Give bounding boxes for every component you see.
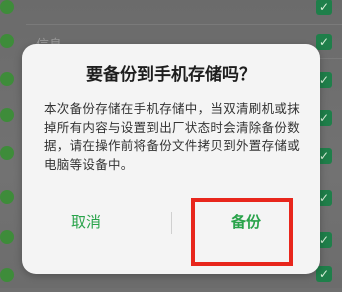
- app-icon: [0, 268, 14, 282]
- list-item: ✓: [0, 0, 342, 24]
- backup-confirm-dialog: 要备份到手机存储吗？ 本次备份存储在手机存储中，当双清刷机或抹掉所有内容与设置到…: [22, 44, 320, 274]
- app-icon: [0, 0, 14, 14]
- checkbox-checked-icon: ✓: [316, 34, 332, 50]
- dialog-button-row: 取消 备份: [22, 202, 320, 242]
- button-divider: [171, 212, 172, 234]
- app-icon: [0, 34, 14, 48]
- app-icon: [0, 146, 14, 160]
- dialog-message: 本次备份存储在手机存储中，当双清刷机或抹掉所有内容与设置到出厂状态时会清除备份数…: [44, 101, 301, 172]
- cancel-button[interactable]: 取消: [26, 202, 146, 242]
- backup-button[interactable]: 备份: [198, 202, 294, 242]
- checkbox-checked-icon: ✓: [316, 266, 332, 282]
- checkbox-checked-icon: ✓: [316, 0, 332, 15]
- app-icon: [0, 108, 14, 122]
- app-icon: [0, 72, 14, 86]
- app-icon: [0, 190, 14, 204]
- app-icon: [0, 230, 14, 244]
- dialog-title: 要备份到手机存储吗？: [86, 65, 256, 85]
